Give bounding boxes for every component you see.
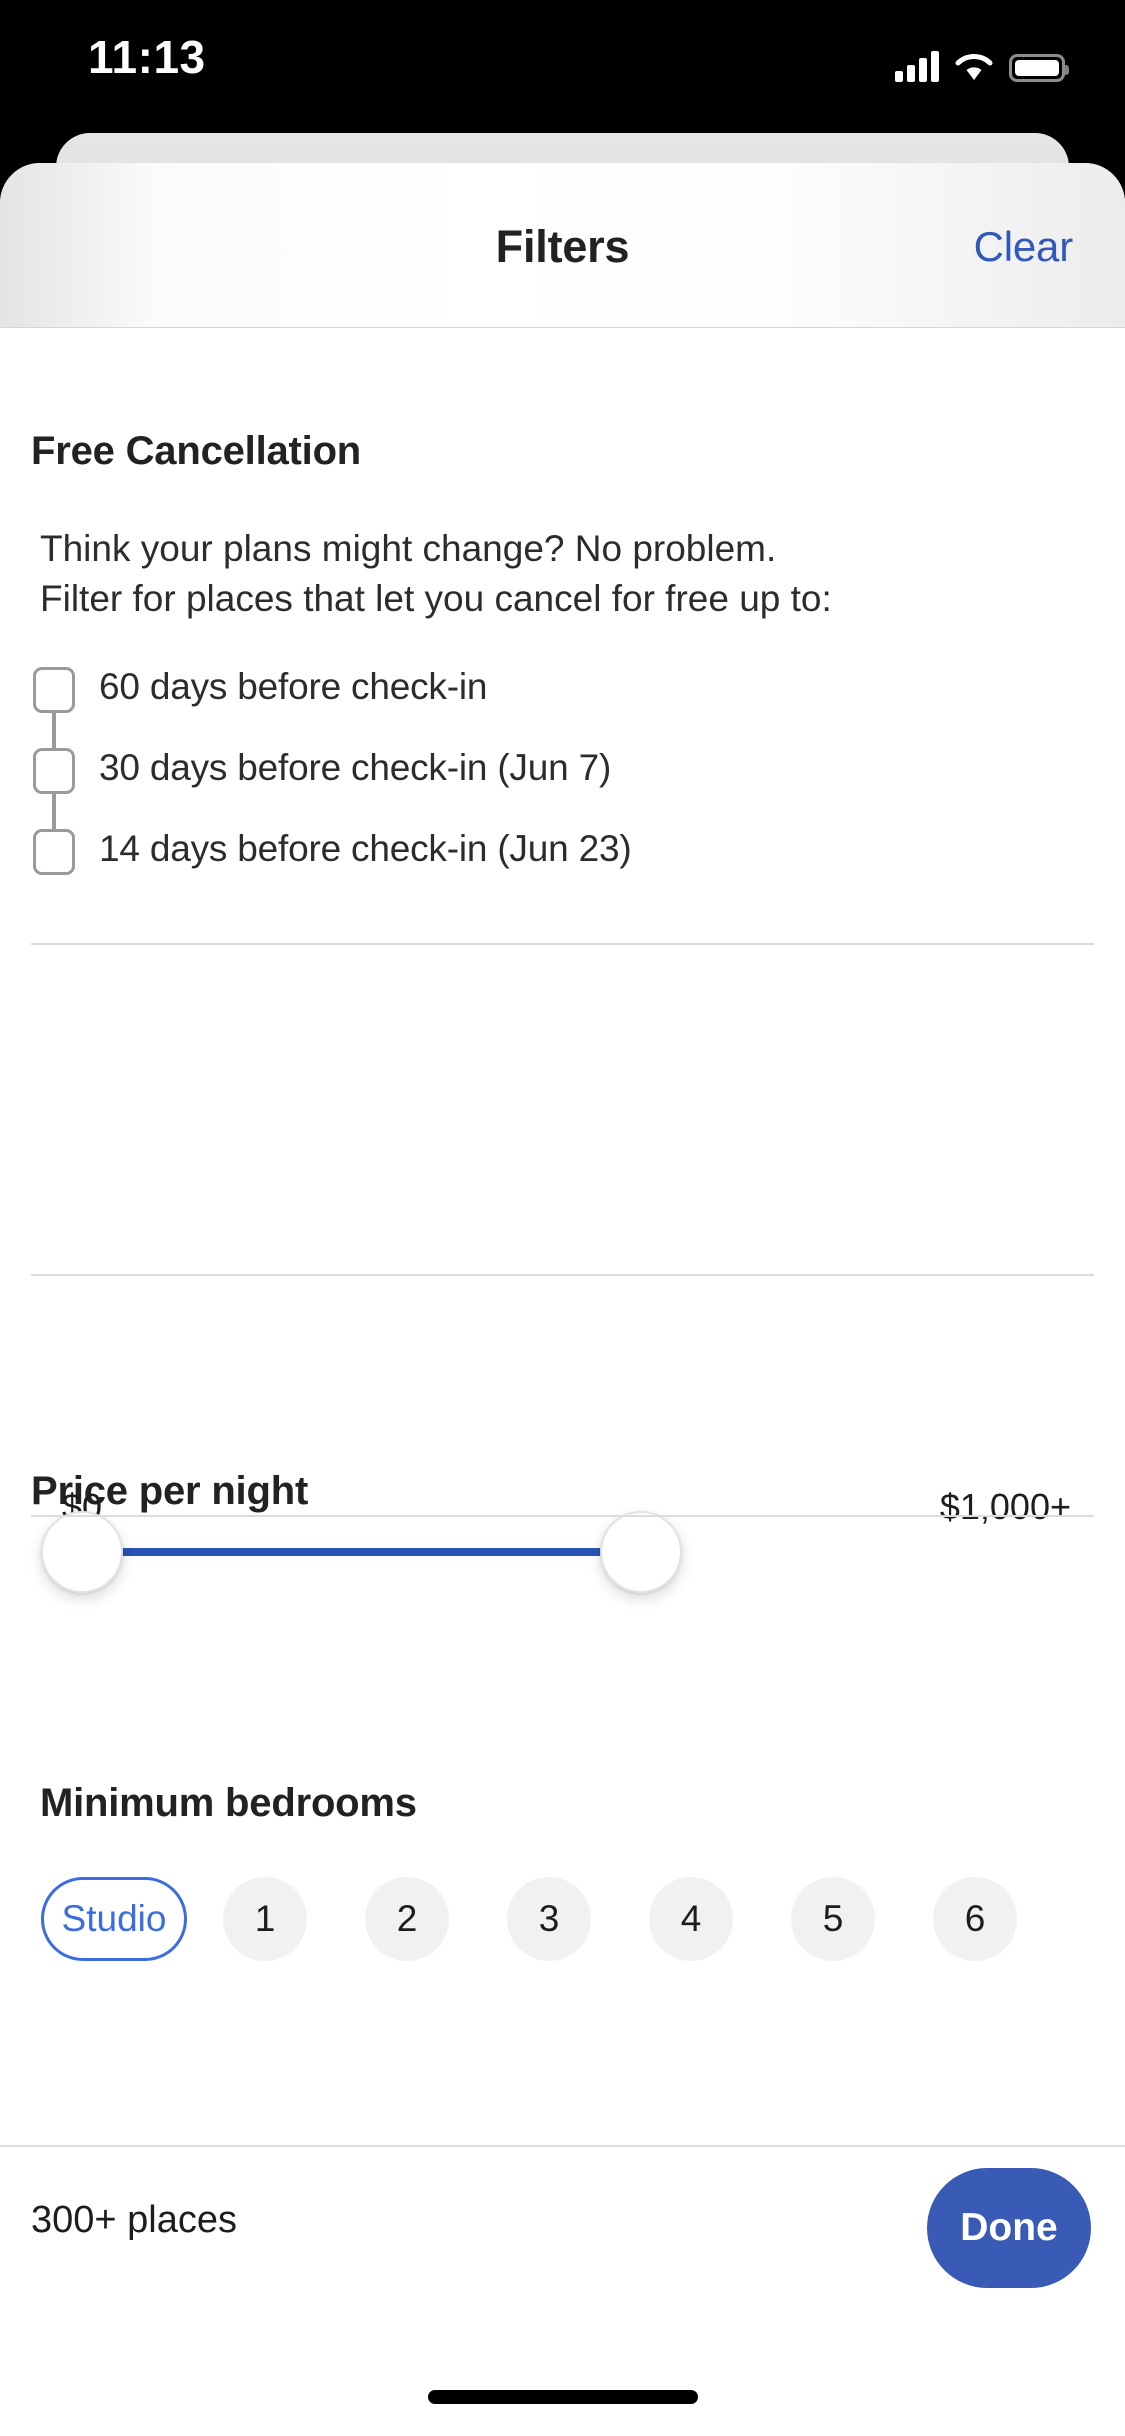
results-count: 300+ places [31,2199,237,2241]
bedroom-option-4[interactable]: 4 [649,1877,733,1961]
cancellation-option-row[interactable]: 60 days before check-in [0,648,1125,749]
bedroom-option-2[interactable]: 2 [365,1877,449,1961]
price-max-label: $1,000+ [939,1486,1071,1527]
status-bar-indicators [895,40,1069,82]
description-line-2: Filter for places that let you cancel fo… [40,578,832,619]
checkbox-60-days[interactable] [33,667,75,713]
minimum-bedrooms-title: Minimum bedrooms [40,1781,417,1825]
free-cancellation-title: Free Cancellation [31,429,362,473]
cancellation-option-row[interactable]: 30 days before check-in (Jun 7) [0,729,1125,830]
bedroom-option-1[interactable]: 1 [223,1877,307,1961]
done-button[interactable]: Done [927,2168,1091,2288]
price-range-slider[interactable]: $0 $1,000+ [0,1486,1125,1728]
cancellation-options-list: 60 days before check-in 30 days before c… [0,648,1125,891]
bedroom-option-6[interactable]: 6 [933,1877,1017,1961]
home-indicator[interactable] [427,2390,698,2404]
checkbox-30-days[interactable] [33,748,75,794]
slider-track[interactable] [113,1548,625,1556]
wifi-icon [953,50,995,82]
free-cancellation-description: Think your plans might change? No proble… [40,524,1040,624]
sheet-body: Free Cancellation Think your plans might… [0,328,1125,2310]
timeline-connector [52,794,56,830]
section-divider [31,1274,1094,1276]
bedroom-options-row[interactable]: Studio 1 2 3 4 5 6 [0,1877,1125,1977]
page-title: Filters [495,221,630,272]
cancellation-option-label: 60 days before check-in [99,666,488,707]
bedroom-option-3[interactable]: 3 [507,1877,591,1961]
phone-screen: 11:13 Filters Clear Free Cancellation Th… [0,0,1125,2436]
clear-button[interactable]: Clear [974,223,1074,271]
footer-bar: 300+ places Done [0,2145,1125,2308]
filters-sheet: Filters Clear Free Cancellation Think yo… [0,163,1125,2436]
bedroom-option-studio[interactable]: Studio [41,1877,187,1961]
battery-icon [1009,54,1069,82]
timeline-connector [52,713,56,749]
slider-thumb-min[interactable] [41,1511,123,1593]
status-bar-time: 11:13 [88,31,206,83]
sheet-header: Filters Clear [0,163,1125,328]
slider-thumb-max[interactable] [600,1511,682,1593]
cancellation-option-label: 30 days before check-in (Jun 7) [99,747,612,788]
cancellation-option-row[interactable]: 14 days before check-in (Jun 23) [0,810,1125,891]
checkbox-14-days[interactable] [33,829,75,875]
section-divider [31,1515,1094,1517]
bedroom-option-5[interactable]: 5 [791,1877,875,1961]
section-divider [31,943,1094,945]
status-bar: 11:13 [0,0,1125,133]
signal-bars-icon [895,50,939,82]
cancellation-option-label: 14 days before check-in (Jun 23) [99,828,632,869]
description-line-1: Think your plans might change? No proble… [40,528,777,569]
